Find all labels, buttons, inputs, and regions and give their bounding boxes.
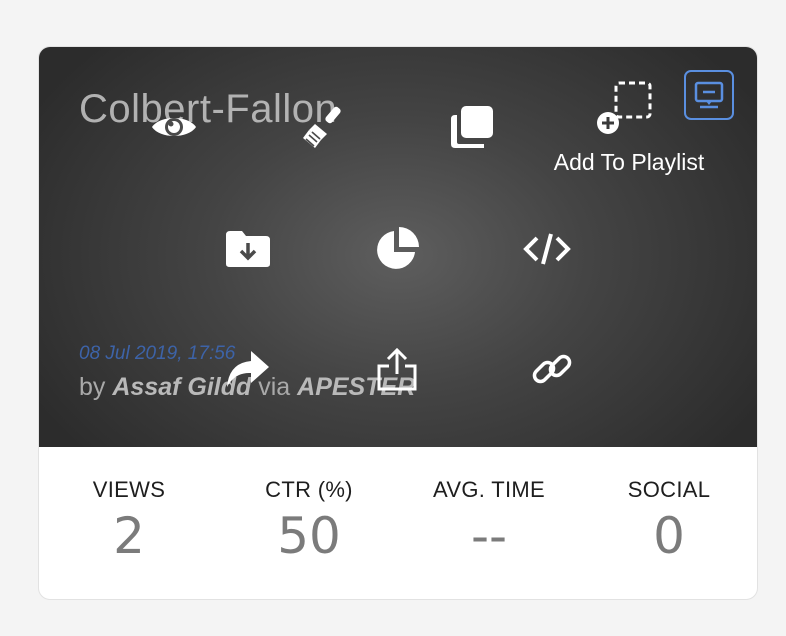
export-icon <box>377 347 417 391</box>
design-button[interactable] <box>294 97 354 157</box>
export-button[interactable] <box>367 339 427 399</box>
stat-label: CTR (%) <box>265 477 353 502</box>
analytics-button[interactable] <box>367 219 427 279</box>
code-icon <box>523 233 571 265</box>
embed-button[interactable] <box>517 219 577 279</box>
byline-prefix: by <box>79 373 106 401</box>
share-button[interactable] <box>218 339 278 399</box>
link-icon <box>532 354 572 384</box>
stat-value: 2 <box>113 507 145 565</box>
brush-icon <box>303 106 341 148</box>
stat-social: SOCIAL 0 <box>579 447 757 599</box>
monitor-icon <box>694 81 724 109</box>
duplicate-button[interactable] <box>442 97 502 157</box>
stat-value: 50 <box>277 507 341 565</box>
stat-value: 0 <box>653 507 685 565</box>
monitor-button[interactable] <box>684 70 734 120</box>
add-to-playlist-label: Add To Playlist <box>553 149 705 175</box>
stat-views: VIEWS 2 <box>39 447 219 599</box>
folder-download-icon <box>226 231 270 267</box>
content-card: Colbert-Fallon 08 Jul 2019, 17:56 by Ass… <box>38 46 758 600</box>
stat-label: SOCIAL <box>627 477 711 502</box>
download-button[interactable] <box>218 219 278 279</box>
stat-label: VIEWS <box>92 477 166 502</box>
stat-label: AVG. TIME <box>433 477 545 502</box>
card-preview[interactable]: Colbert-Fallon 08 Jul 2019, 17:56 by Ass… <box>39 47 757 447</box>
duplicate-icon <box>451 106 493 148</box>
share-arrow-icon <box>227 351 269 387</box>
pie-chart-icon <box>377 227 419 269</box>
stat-value: -- <box>470 507 508 565</box>
add-to-playlist-icon <box>597 81 652 134</box>
eye-icon <box>152 118 196 136</box>
stat-ctr: CTR (%) 50 <box>219 447 399 599</box>
stat-avg-time: AVG. TIME -- <box>399 447 579 599</box>
card-date: 08 Jul 2019, 17:56 <box>79 343 236 364</box>
copy-link-button[interactable] <box>522 339 582 399</box>
preview-button[interactable] <box>144 97 204 157</box>
stats-bar: VIEWS 2 CTR (%) 50 AVG. TIME -- SOCIAL 0 <box>39 447 757 599</box>
